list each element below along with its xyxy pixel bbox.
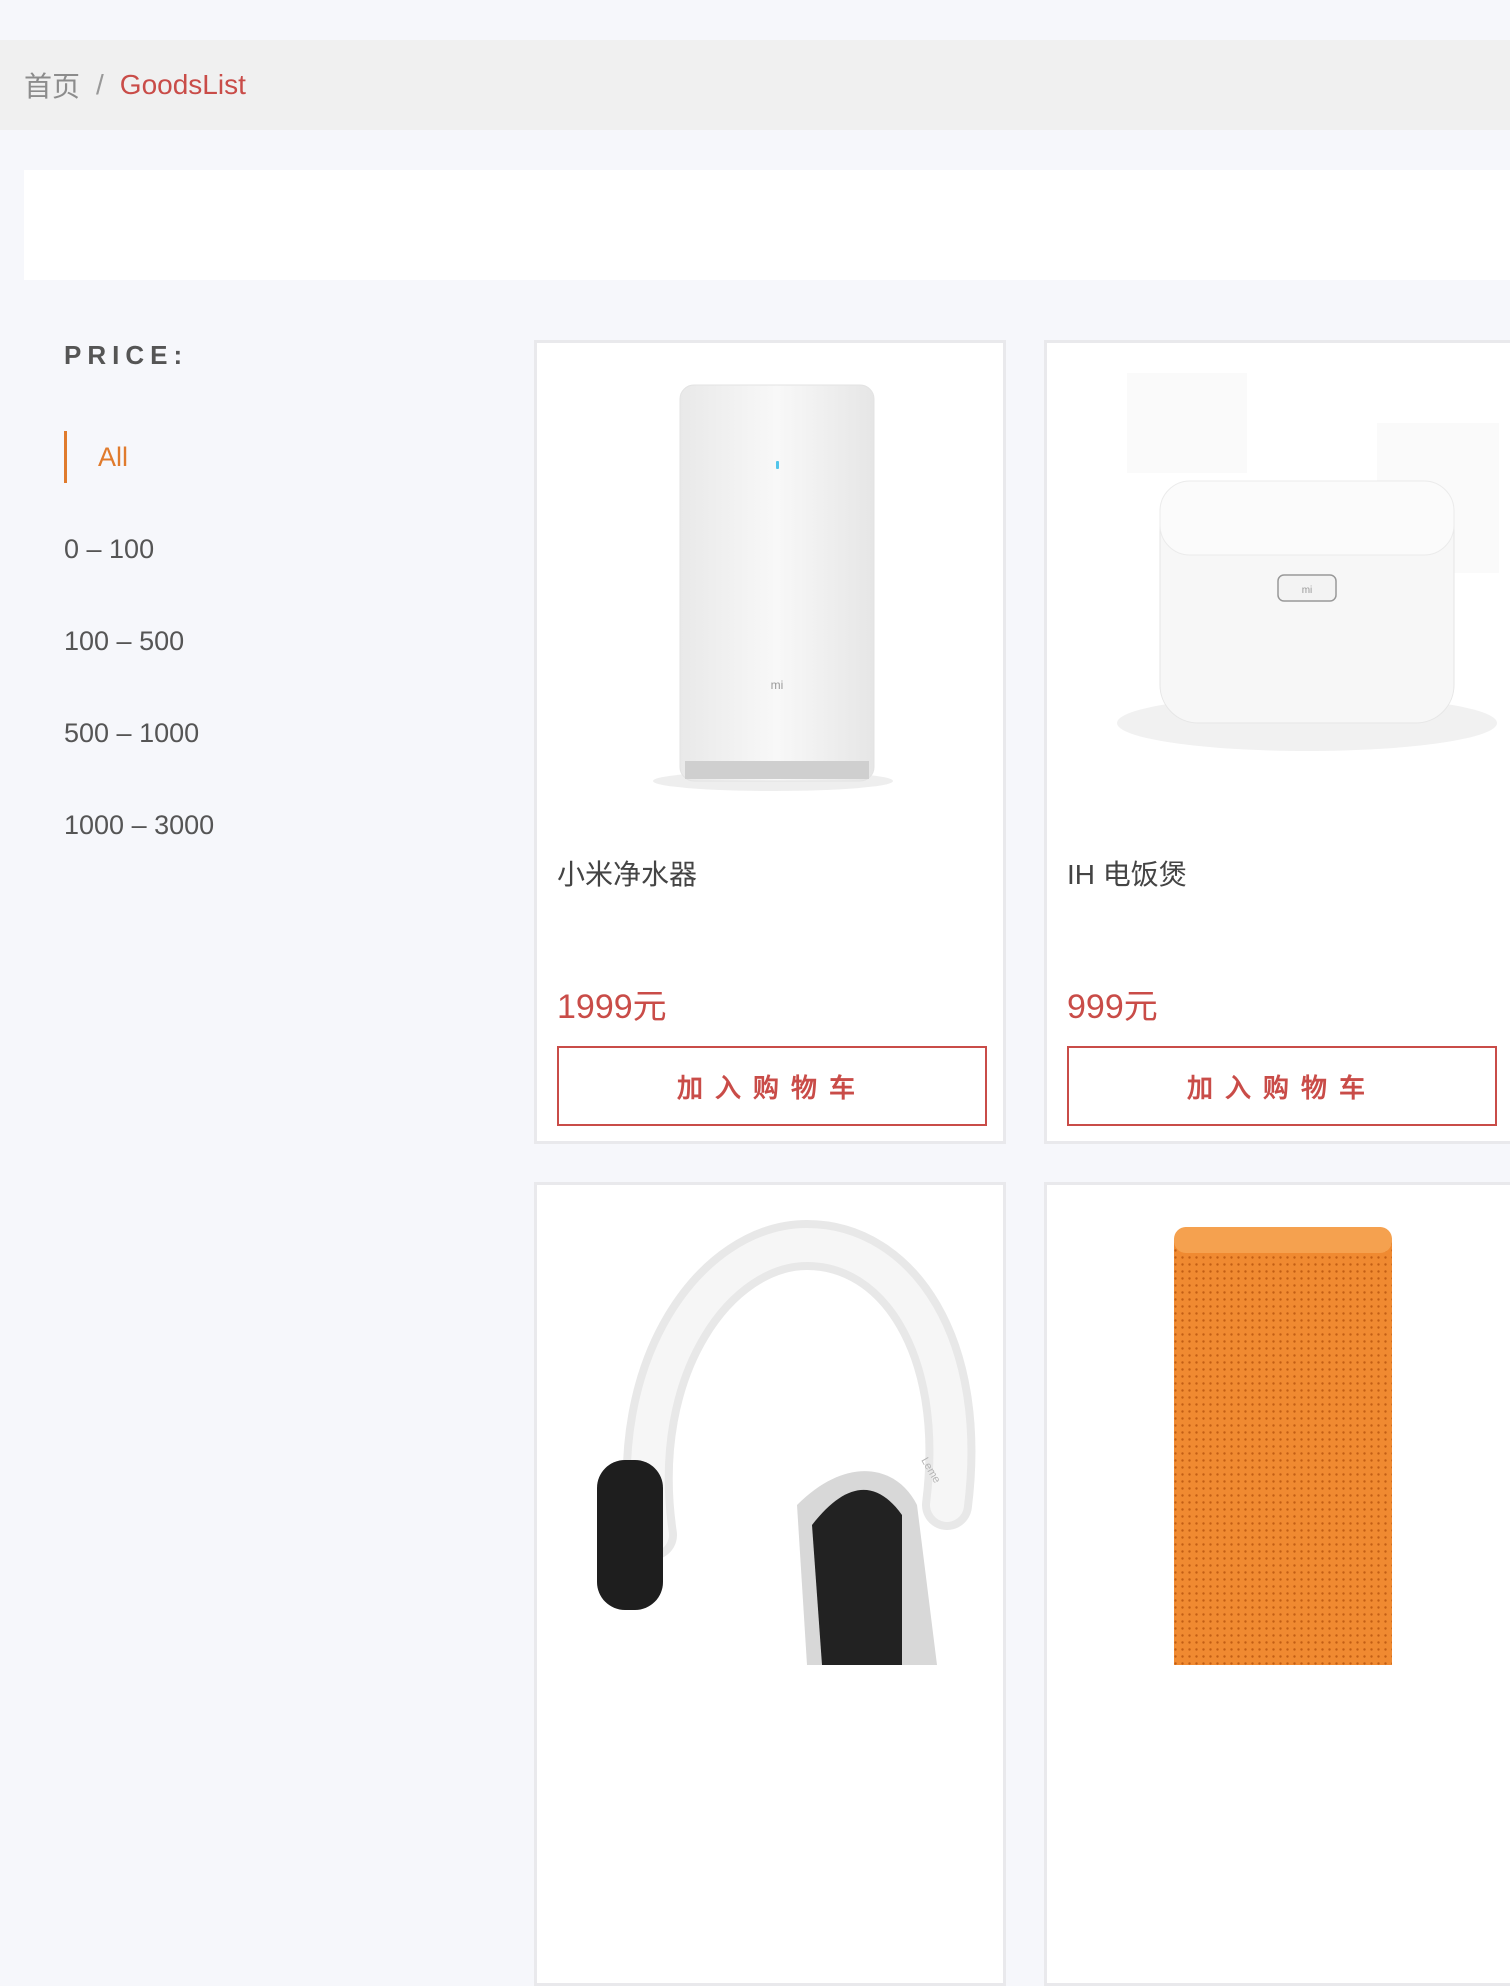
product-price: 1999元 <box>557 988 667 1026</box>
product-card: mi IH 电饭煲 999元 加入购物车 <box>1044 340 1510 1144</box>
price-option-100-500[interactable]: 100 – 500 <box>64 615 444 667</box>
product-card <box>1044 1182 1510 1986</box>
price-option-500-1000[interactable]: 500 – 1000 <box>64 707 444 759</box>
svg-text:mi: mi <box>1302 585 1313 596</box>
headphones-image[interactable]: Leme <box>557 1205 989 1665</box>
breadcrumb-separator: / <box>96 69 104 100</box>
breadcrumb: 首页 / GoodsList <box>0 40 1510 130</box>
rice-cooker-image[interactable]: mi <box>1067 363 1507 823</box>
speaker-image[interactable] <box>1067 1205 1499 1687</box>
add-to-cart-button[interactable]: 加入购物车 <box>557 1046 987 1126</box>
product-card: mi 小米净水器 1999元 加入购物车 <box>534 340 1006 1144</box>
price-option-all[interactable]: All <box>64 431 444 483</box>
price-option-1000-3000[interactable]: 1000 – 3000 <box>64 799 444 851</box>
svg-text:mi: mi <box>771 678 784 692</box>
price-filter-list: All 0 – 100 100 – 500 500 – 1000 1000 – … <box>64 431 444 851</box>
price-filter-title: PRICE: <box>64 340 189 370</box>
sort-bar <box>24 170 1510 280</box>
price-filter: PRICE: All 0 – 100 100 – 500 500 – 1000 … <box>64 340 444 891</box>
product-card: Leme <box>534 1182 1006 1986</box>
water-purifier-image[interactable]: mi <box>557 363 989 823</box>
product-name[interactable]: 小米净水器 <box>557 853 697 893</box>
breadcrumb-home-link[interactable]: 首页 <box>24 65 80 105</box>
breadcrumb-current: GoodsList <box>119 69 246 100</box>
product-name[interactable]: IH 电饭煲 <box>1067 853 1187 893</box>
add-to-cart-button[interactable]: 加入购物车 <box>1067 1046 1497 1126</box>
price-option-0-100[interactable]: 0 – 100 <box>64 523 444 575</box>
product-price: 999元 <box>1067 988 1158 1026</box>
